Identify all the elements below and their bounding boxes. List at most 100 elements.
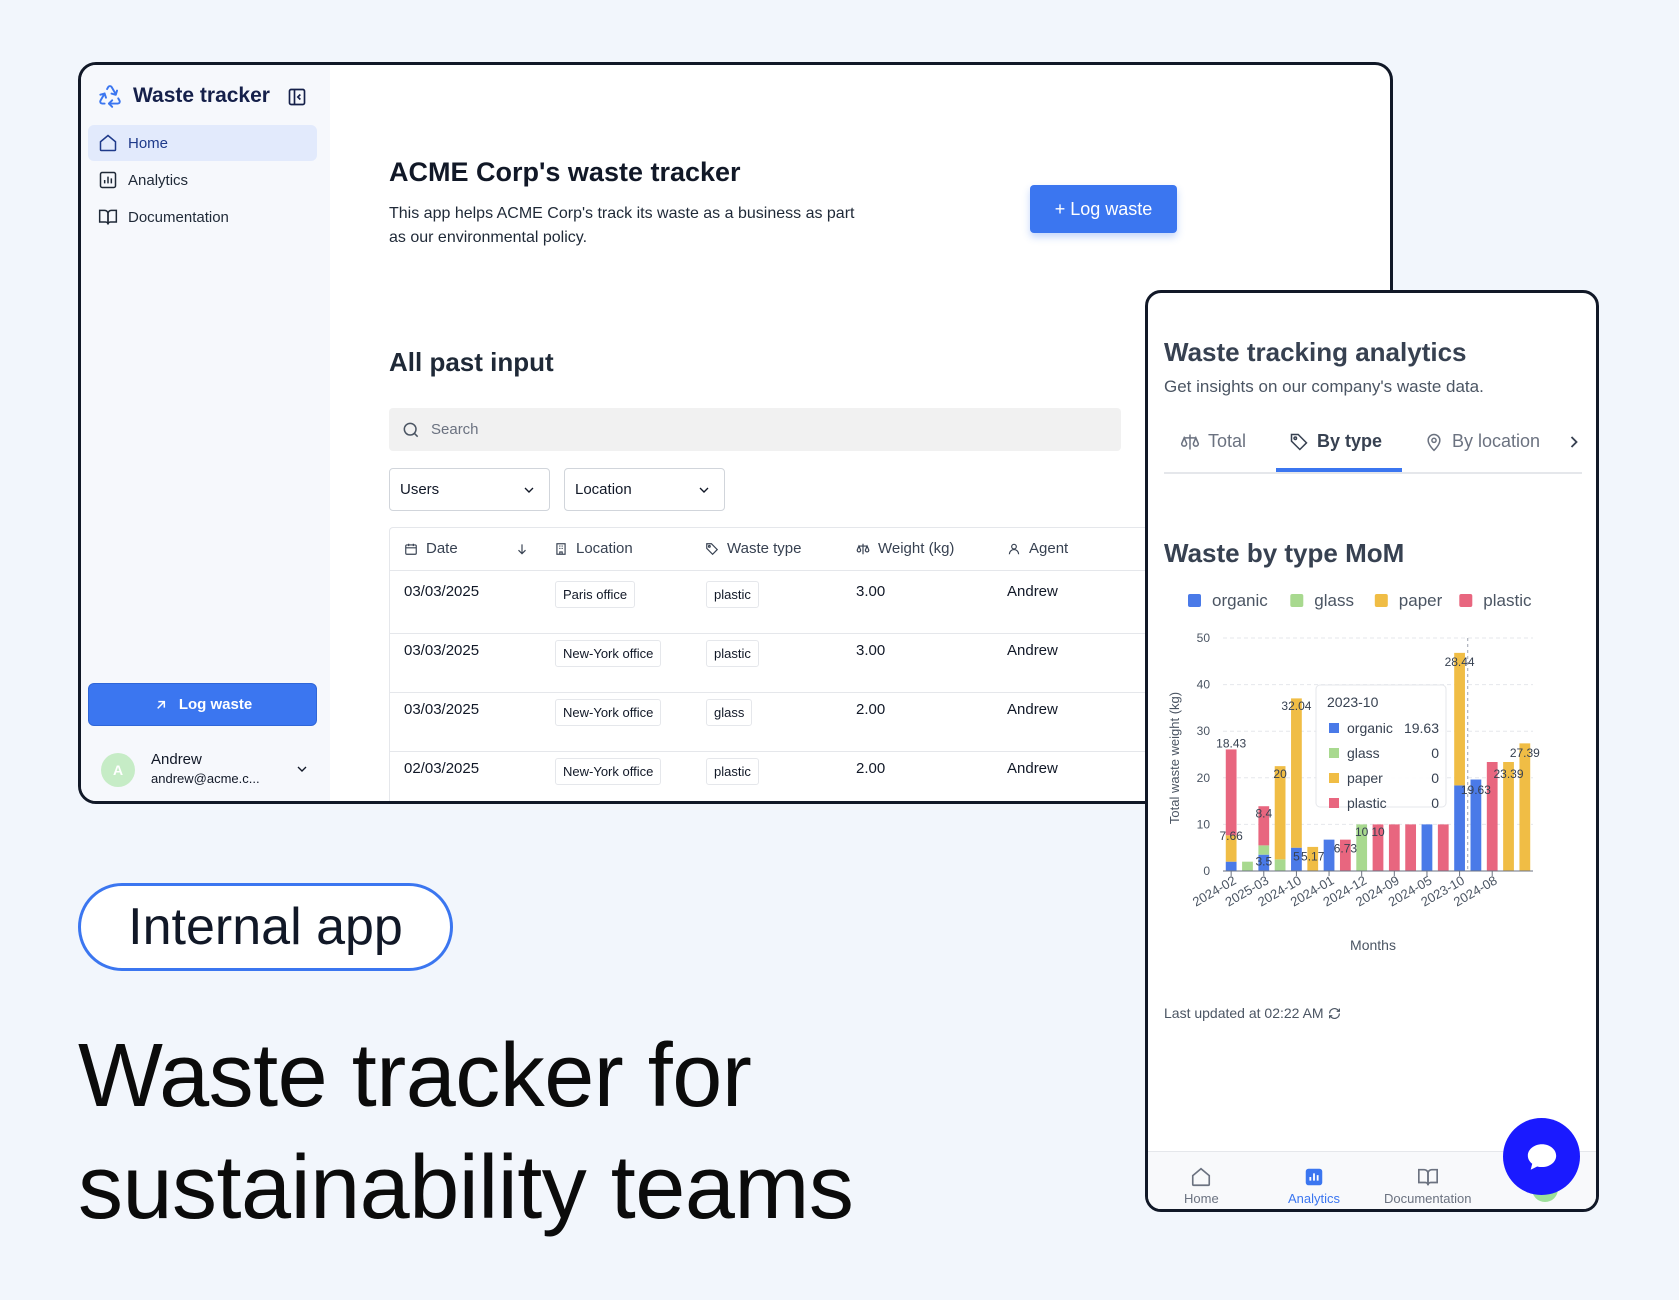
- chart-icon: [99, 171, 117, 189]
- bottom-nav-home-label: Home: [1184, 1191, 1219, 1206]
- tab-total-label: Total: [1208, 431, 1247, 451]
- sidebar-item-label: Analytics: [128, 171, 189, 189]
- recycle-icon: [99, 85, 121, 108]
- chat-bubble-icon: [1527, 1143, 1556, 1170]
- location-filter-select[interactable]: Location: [564, 468, 725, 511]
- bar-organic: [1225, 861, 1237, 871]
- data-label: 19.63: [1461, 783, 1491, 797]
- chevron-down-icon: [297, 766, 307, 772]
- sidebar-item-analytics[interactable]: Analytics: [88, 162, 317, 198]
- analytics-subtitle: Get insights on our company's waste data…: [1164, 377, 1484, 396]
- x-axis-title: Months: [1350, 937, 1396, 953]
- tab-total[interactable]: Total: [1180, 431, 1246, 452]
- tab-by-location[interactable]: By location: [1424, 431, 1540, 452]
- log-waste-button[interactable]: + Log waste: [1030, 185, 1177, 233]
- y-tick-label: 30: [1197, 724, 1211, 738]
- location-tag: New-York office: [555, 758, 662, 785]
- user-email: andrew@acme.c...: [151, 771, 260, 786]
- tooltip-series: glass: [1347, 745, 1380, 761]
- sidebar: Waste tracker Home Analytics Documentati…: [81, 65, 330, 801]
- tooltip-value: 0: [1431, 770, 1439, 786]
- building-icon: [556, 542, 566, 555]
- legend-label-organic: organic: [1212, 593, 1268, 610]
- data-label: 28.44: [1445, 655, 1475, 669]
- table-row[interactable]: 03/03/2025 Paris office plastic 3.00 And…: [390, 570, 1150, 634]
- legend-swatch-plastic: [1459, 594, 1473, 607]
- weight-cell: 3.00: [856, 642, 886, 659]
- chart-title: Waste by type MoM: [1164, 538, 1405, 568]
- user-name: Andrew: [151, 751, 202, 768]
- sidebar-item-documentation[interactable]: Documentation: [88, 199, 317, 235]
- last-updated: Last updated at 02:22 AM: [1164, 1005, 1341, 1021]
- column-weight-label: Weight (kg): [878, 540, 955, 557]
- table-row[interactable]: 03/03/2025 New-York office plastic 3.00 …: [390, 629, 1150, 693]
- bottom-nav-analytics[interactable]: Analytics: [1288, 1166, 1340, 1206]
- user-icon: [1008, 543, 1020, 554]
- table-row[interactable]: 02/03/2025 New-York office plastic 2.00 …: [390, 747, 1150, 801]
- book-icon: [1417, 1168, 1438, 1186]
- scale-icon: [1180, 434, 1200, 449]
- column-agent[interactable]: Agent: [1007, 540, 1068, 557]
- sidebar-item-home[interactable]: Home: [88, 125, 317, 161]
- tooltip-swatch-organic: [1329, 723, 1339, 733]
- legend-swatch-paper: [1374, 594, 1388, 607]
- refresh-icon[interactable]: [1328, 1007, 1341, 1020]
- search-input[interactable]: Search: [389, 408, 1121, 451]
- pin-icon: [1427, 433, 1441, 451]
- sidebar-collapse-icon[interactable]: [287, 87, 307, 107]
- brand: Waste tracker: [97, 83, 270, 109]
- data-label: 6.73: [1334, 841, 1358, 855]
- column-location[interactable]: Location: [554, 540, 633, 557]
- sidebar-log-waste-button[interactable]: Log waste: [88, 683, 317, 726]
- bar-plastic: [1437, 824, 1449, 871]
- legend-label-glass: glass: [1314, 593, 1354, 610]
- weight-cell: 2.00: [856, 701, 886, 718]
- data-label: 27.39: [1510, 746, 1540, 760]
- y-tick-label: 0: [1203, 864, 1210, 878]
- location-tag: New-York office: [555, 640, 662, 667]
- weight-cell: 2.00: [856, 760, 886, 777]
- user-menu[interactable]: A Andrew andrew@acme.c...: [101, 749, 316, 793]
- y-tick-label: 40: [1197, 678, 1211, 692]
- arrow-up-right-icon: [156, 700, 165, 709]
- page-title: ACME Corp's waste tracker: [389, 157, 741, 187]
- bottom-nav-documentation[interactable]: Documentation: [1384, 1166, 1471, 1206]
- date-cell: 02/03/2025: [404, 760, 480, 777]
- chevron-right-icon[interactable]: [1564, 432, 1584, 452]
- headline: Waste tracker for sustainability teams: [78, 1020, 854, 1244]
- tab-by-type[interactable]: By type: [1289, 431, 1382, 452]
- users-filter-select[interactable]: Users: [389, 468, 550, 511]
- agent-cell: Andrew: [1007, 583, 1058, 600]
- column-waste-type[interactable]: Waste type: [705, 540, 801, 557]
- search-icon: [403, 422, 419, 437]
- tooltip-swatch-glass: [1329, 748, 1339, 758]
- date-cell: 03/03/2025: [404, 583, 480, 600]
- table-row[interactable]: 03/03/2025 New-York office glass 2.00 An…: [390, 688, 1150, 752]
- users-filter-value: Users: [400, 481, 440, 498]
- tag-icon: [1290, 433, 1308, 451]
- bar-glass: [1242, 861, 1253, 871]
- chart-legend: organic glass paper plastic: [1188, 593, 1532, 610]
- column-date[interactable]: Date: [404, 540, 458, 557]
- sort-down-icon[interactable]: [515, 542, 529, 556]
- bar-plastic: [1225, 749, 1237, 836]
- bar-paper: [1519, 743, 1531, 871]
- tab-by-location-label: By location: [1452, 431, 1541, 451]
- column-weight[interactable]: Weight (kg): [856, 540, 954, 557]
- home-icon: [99, 134, 117, 152]
- waste-type-tag: glass: [706, 699, 753, 726]
- chat-button[interactable]: [1503, 1118, 1580, 1195]
- chevron-down-icon: [524, 487, 534, 493]
- brand-name: Waste tracker: [133, 84, 270, 107]
- data-label: 18.43: [1216, 737, 1246, 751]
- headline-line-2: sustainability teams: [78, 1138, 854, 1238]
- sidebar-item-label: Documentation: [128, 208, 229, 226]
- tooltip-value: 0: [1431, 795, 1439, 811]
- bottom-nav-home[interactable]: Home: [1184, 1166, 1219, 1206]
- data-label: 32.04: [1281, 699, 1311, 713]
- data-label: 20: [1273, 767, 1287, 781]
- waste-by-type-chart[interactable]: organic glass paper plastic 01020304050 18.…: [1148, 593, 1596, 1003]
- waste-type-tag: plastic: [706, 758, 759, 785]
- waste-table: Date Location Waste type Weight (kg) Age…: [389, 527, 1150, 801]
- home-icon: [1192, 1167, 1211, 1187]
